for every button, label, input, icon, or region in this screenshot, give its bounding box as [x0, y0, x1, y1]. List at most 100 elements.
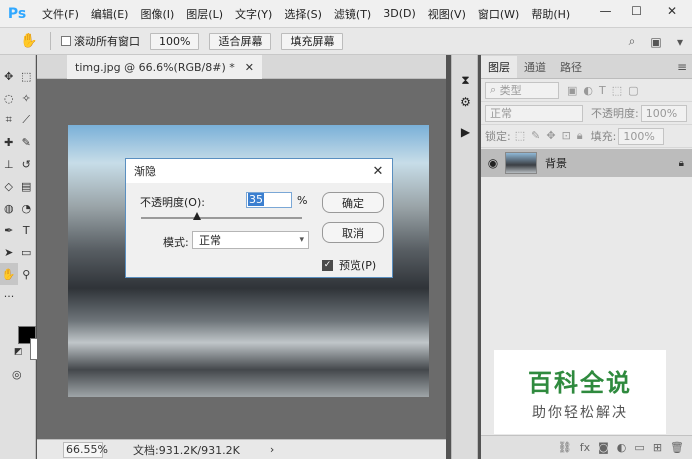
- tab-channels[interactable]: 通道: [517, 56, 553, 78]
- fill-screen-button[interactable]: 填充屏幕: [281, 32, 344, 50]
- preview-label: 预览(P): [339, 259, 377, 272]
- blend-mode-select[interactable]: 正常: [485, 104, 583, 122]
- default-colors-icon[interactable]: ◩: [14, 347, 23, 357]
- pen-tool-icon[interactable]: ✒: [0, 219, 18, 241]
- lock-position-icon[interactable]: ✥: [546, 129, 555, 143]
- marquee-tool-icon[interactable]: ⬚: [18, 65, 36, 87]
- panel-menu-icon[interactable]: ≡: [672, 60, 692, 74]
- watermark-title: 百科全说: [528, 368, 632, 397]
- lock-all-icon[interactable]: 🔒︎: [577, 129, 583, 143]
- menu-filter[interactable]: 滤镜(T): [328, 6, 377, 22]
- layer-filter-row: ⌕ 类型 ▣ ◐ T ⬚ ▢: [481, 79, 692, 102]
- document-size-info: 文档:931.2K/931.2K: [133, 443, 240, 457]
- delete-layer-icon[interactable]: 🗑︎: [670, 441, 684, 454]
- fill-field[interactable]: 100%: [618, 127, 665, 145]
- zoom-100-button[interactable]: 100%: [150, 32, 200, 50]
- scroll-all-windows-checkbox[interactable]: 滚动所有窗口: [61, 33, 140, 49]
- layer-style-icon[interactable]: fx: [580, 441, 590, 454]
- menu-select[interactable]: 选择(S): [278, 6, 328, 22]
- move-tool-icon[interactable]: ✥: [0, 65, 18, 87]
- checkmark-icon[interactable]: ✓: [322, 259, 333, 271]
- minimize-button[interactable]: —: [590, 0, 621, 22]
- path-selection-tool-icon[interactable]: ➤: [0, 241, 18, 263]
- zoom-tool-icon[interactable]: ⚲: [18, 263, 36, 285]
- layer-mask-icon[interactable]: ◙: [598, 441, 609, 454]
- opacity-slider-thumb[interactable]: [193, 212, 202, 220]
- menu-file[interactable]: 文件(F): [36, 6, 85, 22]
- lock-transparent-icon[interactable]: ⬚: [515, 129, 525, 143]
- close-icon[interactable]: ✕: [245, 61, 254, 74]
- status-menu-arrow-icon[interactable]: ›: [270, 443, 274, 456]
- menu-bar: Ps 文件(F) 编辑(E) 图像(I) 图层(L) 文字(Y) 选择(S) 滤…: [0, 0, 692, 28]
- ok-button[interactable]: 确定: [322, 192, 384, 213]
- tab-layers[interactable]: 图层: [481, 56, 517, 78]
- clone-stamp-tool-icon[interactable]: ⊥: [0, 153, 18, 175]
- menu-edit[interactable]: 编辑(E): [85, 6, 135, 22]
- menu-help[interactable]: 帮助(H): [525, 6, 576, 22]
- close-button[interactable]: ✕: [652, 0, 692, 22]
- shape-tool-icon[interactable]: ▭: [18, 241, 36, 263]
- maximize-button[interactable]: ☐: [621, 0, 652, 22]
- link-layers-icon[interactable]: ⛓: [558, 441, 572, 454]
- layer-row-background[interactable]: ◉ 背景 🔒︎: [481, 149, 692, 177]
- eye-icon[interactable]: ◉: [481, 156, 505, 170]
- workspace-icon[interactable]: ▣: [644, 35, 668, 49]
- actions-play-icon[interactable]: ▶: [452, 121, 479, 143]
- history-brush-tool-icon[interactable]: ↺: [18, 153, 36, 175]
- lasso-tool-icon[interactable]: ◌: [0, 87, 18, 109]
- mode-select[interactable]: 正常 ▾: [192, 231, 309, 249]
- history-panel-icon[interactable]: ⧗: [452, 69, 479, 91]
- mode-select-value: 正常: [199, 234, 221, 247]
- hand-tool-icon[interactable]: ✋: [0, 263, 18, 285]
- collapsed-panel-strip: ⧗ ⚙ ▶: [451, 55, 478, 459]
- layer-filter-kind-select[interactable]: ⌕ 类型: [485, 81, 559, 99]
- menu-image[interactable]: 图像(I): [134, 6, 180, 22]
- menu-window[interactable]: 窗口(W): [472, 6, 525, 22]
- close-icon[interactable]: ✕: [364, 164, 392, 179]
- checkbox-box[interactable]: [61, 36, 71, 46]
- crop-tool-icon[interactable]: ⌗: [0, 109, 18, 131]
- healing-brush-tool-icon[interactable]: ✚: [0, 131, 18, 153]
- document-tabs: timg.jpg @ 66.6%(RGB/8#) * ✕: [37, 55, 446, 79]
- menu-view[interactable]: 视图(V): [422, 6, 472, 22]
- document-tab[interactable]: timg.jpg @ 66.6%(RGB/8#) * ✕: [67, 55, 262, 79]
- fit-screen-button[interactable]: 适合屏幕: [209, 32, 272, 50]
- type-tool-icon[interactable]: T: [18, 219, 36, 241]
- eyedropper-tool-icon[interactable]: ⟋: [18, 109, 36, 131]
- opacity-input[interactable]: 35: [246, 192, 292, 208]
- adjustment-layer-icon[interactable]: ◐: [617, 441, 627, 454]
- tab-paths[interactable]: 路径: [553, 56, 589, 78]
- opacity-slider-track[interactable]: [141, 217, 302, 219]
- quick-mask-icon[interactable]: ◎: [12, 368, 22, 381]
- type-filter-icon[interactable]: T: [599, 84, 606, 97]
- cancel-button[interactable]: 取消: [322, 222, 384, 243]
- blur-tool-icon[interactable]: ◍: [0, 197, 18, 219]
- photoshop-logo: Ps: [7, 5, 27, 22]
- search-icon: ⌕: [490, 83, 500, 96]
- hand-tool-icon[interactable]: ✋: [20, 33, 44, 49]
- properties-panel-icon[interactable]: ⚙: [452, 91, 479, 113]
- fade-dialog: 渐隐 ✕ 不透明度(O): 35 % 模式: 正常 ▾ 确定 取消 ✓ 预览(P…: [125, 158, 393, 278]
- new-layer-icon[interactable]: ⊞: [653, 441, 662, 454]
- preview-checkbox[interactable]: ✓ 预览(P): [322, 257, 376, 273]
- menu-type[interactable]: 文字(Y): [229, 6, 278, 22]
- shape-filter-icon[interactable]: ⬚: [612, 84, 622, 97]
- dodge-tool-icon[interactable]: ◔: [18, 197, 36, 219]
- menu-layer[interactable]: 图层(L): [180, 6, 229, 22]
- eraser-tool-icon[interactable]: ◇: [0, 175, 18, 197]
- pixel-filter-icon[interactable]: ▣: [567, 84, 577, 97]
- chevron-down-icon[interactable]: ▾: [668, 35, 692, 49]
- opacity-field[interactable]: 100%: [640, 104, 687, 122]
- group-icon[interactable]: ▭: [634, 441, 644, 454]
- search-icon[interactable]: ⌕: [620, 34, 644, 49]
- gradient-tool-icon[interactable]: ▤: [18, 175, 36, 197]
- lock-artboard-icon[interactable]: ⊡: [562, 129, 571, 143]
- menu-3d[interactable]: 3D(D): [377, 7, 422, 20]
- brush-tool-icon[interactable]: ✎: [18, 131, 36, 153]
- magic-wand-tool-icon[interactable]: ✧: [18, 87, 36, 109]
- zoom-level-field[interactable]: 66.55%: [63, 441, 108, 458]
- adjustment-filter-icon[interactable]: ◐: [583, 84, 593, 97]
- lock-pixels-icon[interactable]: ✎: [531, 129, 540, 143]
- smart-object-filter-icon[interactable]: ▢: [628, 84, 638, 97]
- more-tools-icon[interactable]: ···: [0, 285, 18, 307]
